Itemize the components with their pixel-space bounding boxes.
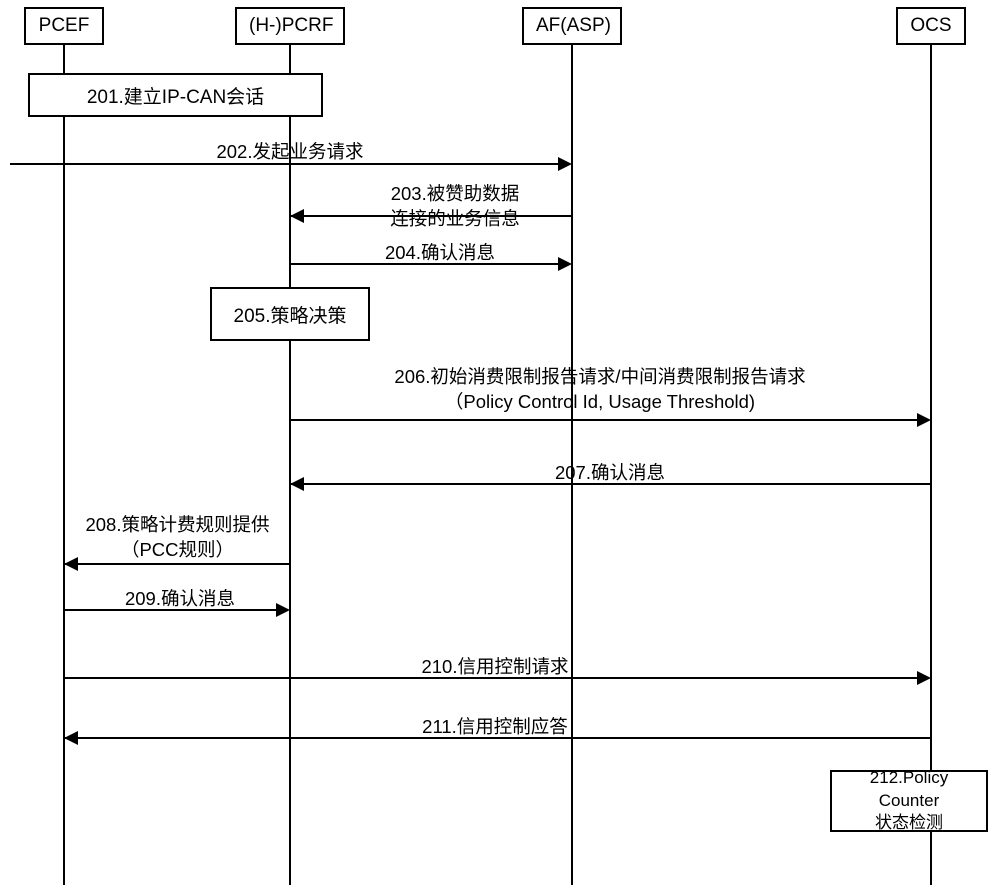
step-201-label: 201.建立IP-CAN会话: [87, 82, 264, 109]
lifeline-ocs: [930, 45, 932, 885]
step-205-label: 205.策略决策: [234, 301, 347, 328]
arrowhead-206: [917, 413, 931, 427]
step-207-label: 207.确认消息: [510, 459, 710, 485]
step-208-l2: （PCC规则）: [121, 539, 234, 560]
lifeline-pcrf: [289, 45, 291, 885]
arrowhead-202: [558, 157, 572, 171]
step-202-label: 202.发起业务请求: [160, 138, 420, 164]
lifeline-pcef: [63, 45, 65, 885]
participant-af: AF(ASP): [522, 7, 622, 45]
step-203-label: 203.被赞助数据 连接的业务信息: [355, 182, 555, 232]
participant-ocs: OCS: [896, 7, 966, 45]
arrowhead-203: [290, 209, 304, 223]
step-205-box: 205.策略决策: [210, 287, 370, 341]
step-203-l1: 203.被赞助数据: [391, 183, 520, 204]
step-212-l2: 状态检测: [875, 812, 943, 835]
step-206-l2: （Policy Control Id, Usage Threshold): [445, 391, 755, 412]
participant-pcrf: (H-)PCRF: [235, 7, 345, 45]
participant-pcef: PCEF: [24, 7, 104, 45]
arrowhead-211: [64, 731, 78, 745]
step-211-label: 211.信用控制应答: [370, 713, 620, 739]
arrowhead-207: [290, 477, 304, 491]
step-208-l1: 208.策略计费规则提供: [85, 514, 269, 535]
participant-pcrf-label: (H-)PCRF: [249, 15, 333, 36]
step-201-box: 201.建立IP-CAN会话: [28, 73, 323, 117]
step-203-l2: 连接的业务信息: [390, 208, 520, 229]
participant-pcef-label: PCEF: [39, 15, 90, 36]
step-210-label: 210.信用控制请求: [370, 653, 620, 679]
step-209-label: 209.确认消息: [90, 585, 270, 611]
participant-ocs-label: OCS: [910, 15, 951, 36]
arrowhead-204: [558, 257, 572, 271]
arrowhead-209: [276, 603, 290, 617]
step-212-box: 212.Policy Counter 状态检测: [830, 770, 988, 832]
participant-af-label: AF(ASP): [536, 15, 611, 36]
step-204-label: 204.确认消息: [340, 239, 540, 265]
arrowhead-210: [917, 671, 931, 685]
arrow-206: [291, 419, 927, 421]
arrow-208: [65, 563, 289, 565]
step-208-label: 208.策略计费规则提供 （PCC规则）: [70, 513, 285, 563]
step-206-l1: 206.初始消费限制报告请求/中间消费限制报告请求: [394, 366, 805, 387]
sequence-diagram: PCEF (H-)PCRF AF(ASP) OCS 201.建立IP-CAN会话…: [10, 5, 990, 890]
step-206-label: 206.初始消费限制报告请求/中间消费限制报告请求 （Policy Contro…: [310, 365, 890, 415]
step-212-l1: 212.Policy Counter: [842, 767, 976, 813]
